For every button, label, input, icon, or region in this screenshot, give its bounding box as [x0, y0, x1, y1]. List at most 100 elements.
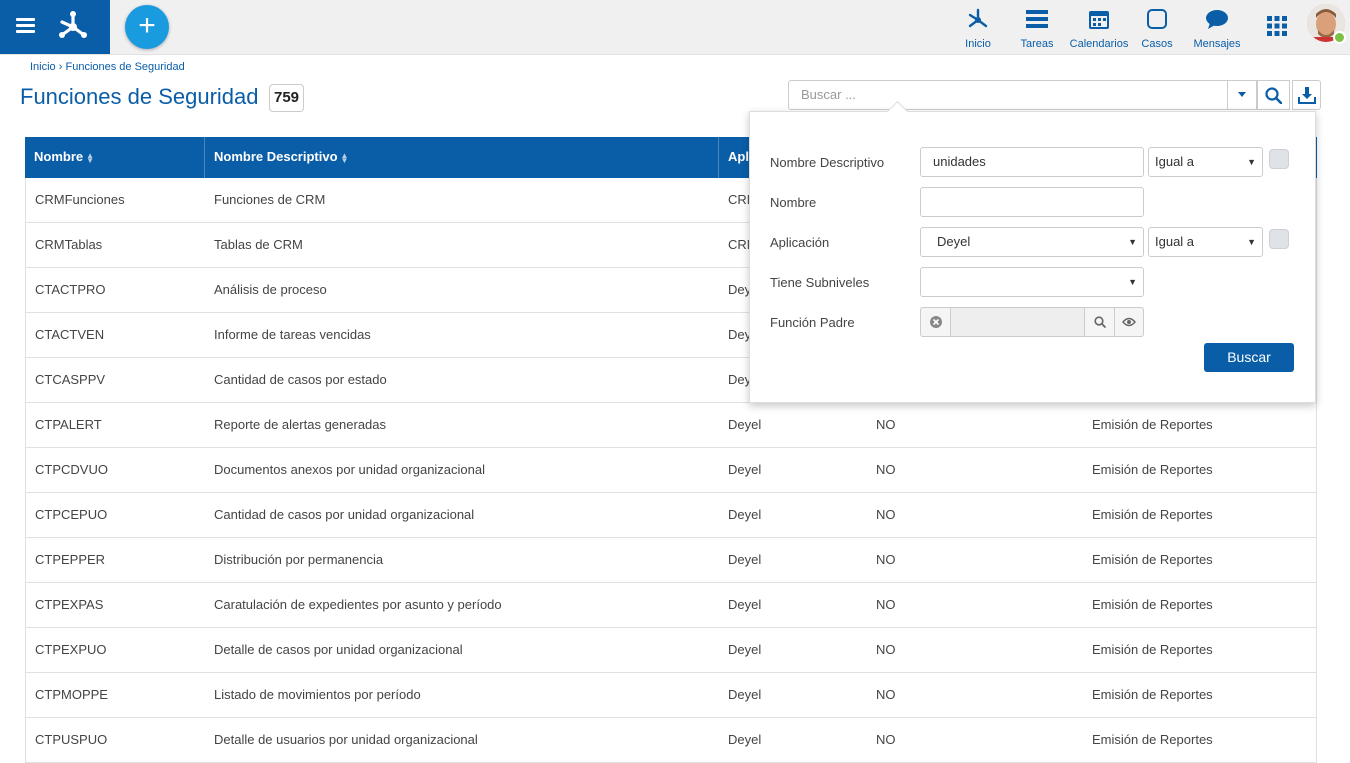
- cell-nombre-descriptivo: Detalle de casos por unidad organizacion…: [214, 642, 463, 657]
- column-header-nombre-descriptivo[interactable]: Nombre Descriptivo ▲ ▼: [205, 137, 719, 178]
- cell-nombre-descriptivo: Cantidad de casos por unidad organizacio…: [214, 507, 475, 522]
- search-options-dropdown[interactable]: [1227, 80, 1257, 110]
- aplicacion-operator-select[interactable]: Igual a ▼: [1148, 227, 1263, 257]
- cell-tiene-subniveles: NO: [876, 417, 896, 432]
- label-nombre: Nombre: [770, 195, 817, 210]
- nav-label: Mensajes: [1193, 38, 1241, 50]
- advanced-search-panel: Nombre Descriptivo unidades Igual a ▼ Nom…: [749, 111, 1316, 403]
- label-funcion-padre: Función Padre: [770, 315, 855, 330]
- tasks-icon: [1017, 6, 1057, 32]
- cell-tipo: Emisión de Reportes: [1092, 642, 1213, 657]
- cell-nombre: CRMFunciones: [35, 192, 125, 207]
- cell-aplicacion: Deyel: [728, 552, 762, 567]
- add-button[interactable]: +: [125, 5, 169, 49]
- nombre-field[interactable]: [920, 187, 1144, 217]
- cell-tipo: Emisión de Reportes: [1092, 732, 1213, 747]
- nombre-descriptivo-field[interactable]: unidades: [920, 147, 1144, 177]
- select-arrow-icon: ▼: [1128, 237, 1137, 247]
- breadcrumb-separator: ›: [58, 61, 63, 73]
- page-title: Funciones de Seguridad: [20, 84, 259, 109]
- table-row[interactable]: CTPEXPAS Caratulación de expedientes por …: [25, 583, 1317, 628]
- label-aplicacion: Aplicación: [770, 235, 830, 250]
- search-input[interactable]: Buscar ...: [788, 80, 1228, 110]
- cell-nombre: CRMTablas: [35, 237, 103, 252]
- select-arrow-icon: ▼: [1247, 237, 1256, 247]
- table-row[interactable]: CTPALERT Reporte de alertas generadas Deye…: [25, 403, 1317, 448]
- nav-mensajes[interactable]: Mensajes: [1191, 6, 1243, 50]
- cell-nombre: CTPCDVUO: [35, 462, 108, 477]
- export-button[interactable]: [1292, 80, 1321, 110]
- cell-tipo: Emisión de Reportes: [1092, 462, 1213, 477]
- cell-aplicacion: Deyel: [728, 462, 762, 477]
- cell-tiene-subniveles: NO: [876, 462, 896, 477]
- cell-aplicacion: Deyel: [728, 687, 762, 702]
- cell-nombre: CTPUSPUO: [35, 732, 108, 747]
- table-row[interactable]: CTPMOPPE Listado de movimientos por perío…: [25, 673, 1317, 718]
- nav-label: Casos: [1141, 38, 1173, 50]
- sort-icon: ▲ ▼: [340, 150, 349, 165]
- clear-button[interactable]: [921, 308, 951, 336]
- breadcrumb-home[interactable]: Inicio: [30, 61, 56, 73]
- cell-nombre-descriptivo: Informe de tareas vencidas: [214, 327, 371, 342]
- cell-tiene-subniveles: NO: [876, 642, 896, 657]
- cell-nombre-descriptivo: Detalle de usuarios por unidad organizac…: [214, 732, 478, 747]
- download-icon: [1297, 86, 1316, 104]
- cases-icon: [1140, 6, 1174, 32]
- cell-nombre: CTACTPRO: [35, 282, 106, 297]
- menu-icon[interactable]: [16, 18, 35, 34]
- aplicacion-select[interactable]: Deyel ▼: [920, 227, 1144, 257]
- nombre-descriptivo-operator-select[interactable]: Igual a ▼: [1148, 147, 1263, 177]
- cell-aplicacion: Deyel: [728, 507, 762, 522]
- cell-tiene-subniveles: NO: [876, 507, 896, 522]
- column-header-nombre[interactable]: Nombre ▲ ▼: [25, 137, 205, 178]
- messages-icon: [1191, 6, 1243, 32]
- column-header-label: Nombre: [34, 149, 84, 164]
- breadcrumb-current[interactable]: Funciones de Seguridad: [65, 61, 184, 73]
- cell-nombre-descriptivo: Documentos anexos por unidad organizacio…: [214, 462, 486, 477]
- table-row[interactable]: CTPCEPUO Cantidad de casos por unidad org…: [25, 493, 1317, 538]
- nombre-descriptivo-checkbox[interactable]: [1269, 149, 1289, 169]
- calendar-icon: [1068, 6, 1130, 32]
- cell-nombre: CTACTVEN: [35, 327, 105, 342]
- search-icon: [1093, 316, 1106, 328]
- cell-nombre: CTPEXPUO: [35, 642, 107, 657]
- cell-tipo: Emisión de Reportes: [1092, 597, 1213, 612]
- top-bar: + Inicio Tareas Calendarios Casos Mensaj…: [0, 0, 1350, 55]
- caret-down-icon: [1238, 92, 1246, 97]
- nav-tareas[interactable]: Tareas: [1017, 6, 1057, 50]
- deyel-logo[interactable]: [56, 9, 90, 48]
- cell-aplicacion: Deyel: [728, 732, 762, 747]
- apps-grid-icon[interactable]: [1267, 16, 1287, 36]
- breadcrumb: Inicio › Funciones de Seguridad: [30, 61, 185, 73]
- online-status-indicator: [1333, 31, 1346, 44]
- nav-inicio[interactable]: Inicio: [958, 6, 998, 50]
- funcion-padre-field[interactable]: [951, 308, 1084, 336]
- cell-aplicacion: Deyel: [728, 417, 762, 432]
- cell-tiene-subniveles: NO: [876, 732, 896, 747]
- table-row[interactable]: CTPUSPUO Detalle de usuarios por unidad o…: [25, 718, 1317, 763]
- table-row[interactable]: CTPEXPUO Detalle de casos por unidad orga…: [25, 628, 1317, 673]
- lookup-view-button[interactable]: [1114, 308, 1143, 336]
- nav-casos[interactable]: Casos: [1140, 6, 1174, 50]
- nav-label: Inicio: [965, 38, 991, 50]
- table-row[interactable]: CTPEPPER Distribución por permanencia Deye…: [25, 538, 1317, 583]
- select-arrow-icon: ▼: [1247, 157, 1256, 167]
- cell-nombre-descriptivo: Caratulación de expedientes por asunto y…: [214, 597, 502, 612]
- cell-nombre-descriptivo: Reporte de alertas generadas: [214, 417, 387, 432]
- table-row[interactable]: CTPCDVUO Documentos anexos por unidad org…: [25, 448, 1317, 493]
- search-button[interactable]: [1257, 80, 1290, 110]
- tiene-subniveles-select[interactable]: ▼: [920, 267, 1144, 297]
- cell-tipo: Emisión de Reportes: [1092, 552, 1213, 567]
- clear-icon: [929, 316, 942, 328]
- record-count-badge: 759: [269, 84, 305, 112]
- aplicacion-checkbox[interactable]: [1269, 229, 1289, 249]
- nav-calendarios[interactable]: Calendarios: [1068, 6, 1130, 50]
- cell-nombre-descriptivo: Listado de movimientos por período: [214, 687, 421, 702]
- eye-icon: [1122, 317, 1136, 327]
- select-arrow-icon: ▼: [1128, 277, 1137, 287]
- label-nombre-descriptivo: Nombre Descriptivo: [770, 155, 885, 170]
- label-tiene-subniveles: Tiene Subniveles: [770, 275, 870, 290]
- buscar-button[interactable]: Buscar: [1204, 343, 1294, 372]
- lookup-search-button[interactable]: [1084, 308, 1114, 336]
- cell-tipo: Emisión de Reportes: [1092, 687, 1213, 702]
